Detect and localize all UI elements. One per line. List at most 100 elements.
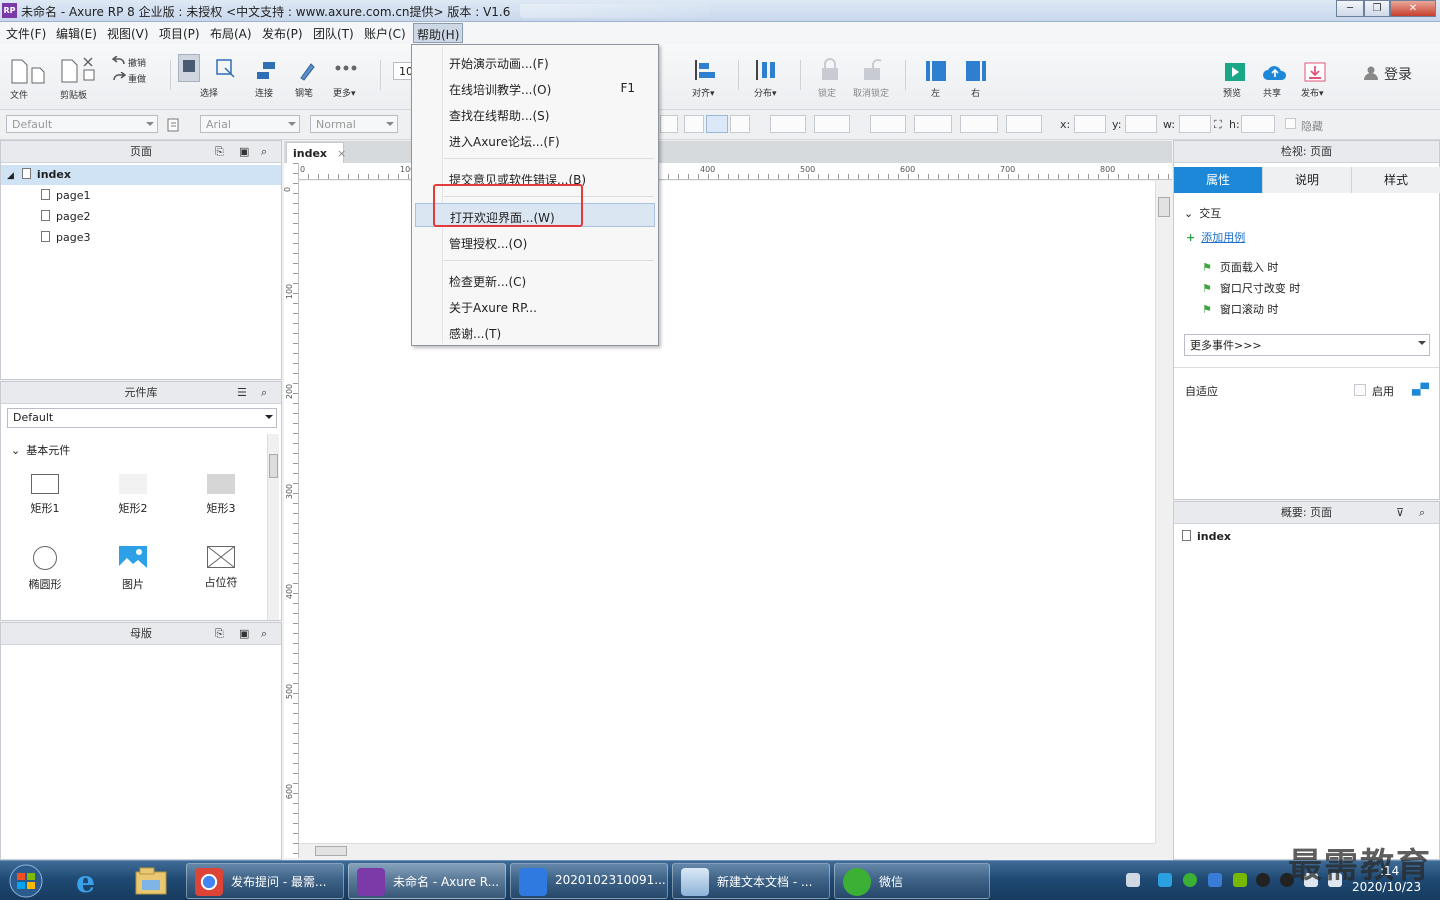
interactions-section[interactable]: ⌄ 交互 xyxy=(1184,205,1221,221)
menu-team[interactable]: 团队(T) xyxy=(313,25,354,42)
canvas-vscrollbar[interactable] xyxy=(1155,181,1172,843)
align-left-icon[interactable] xyxy=(925,60,947,82)
menu-help[interactable]: 帮助(H) xyxy=(413,23,464,43)
user-icon[interactable] xyxy=(1364,66,1378,80)
connect-icon[interactable] xyxy=(255,60,277,82)
align-top-text-button[interactable] xyxy=(684,115,704,133)
filter-icon[interactable]: ⊽ xyxy=(1396,502,1404,524)
w-field[interactable] xyxy=(1179,115,1211,133)
taskbar-item-axure[interactable]: 未命名 - Axure R... xyxy=(348,863,506,899)
qq-tray-icon[interactable] xyxy=(1256,873,1270,887)
widget-placeholder[interactable]: 占位符 xyxy=(199,546,243,590)
preview-icon[interactable] xyxy=(1224,62,1246,82)
page-tree-root[interactable]: ◢ index xyxy=(1,165,281,185)
taskbar-item-notepad[interactable]: 新建文本文档 - ... xyxy=(672,863,830,899)
undo-label[interactable]: 撤销 xyxy=(128,56,146,69)
add-master-icon[interactable]: ⎘ xyxy=(215,623,224,645)
tab-index[interactable]: index × xyxy=(286,142,346,164)
x-field[interactable] xyxy=(1074,115,1106,133)
menu-item-forum[interactable]: 进入Axure论坛...(F) xyxy=(415,128,655,152)
align-middle-text-button[interactable] xyxy=(706,115,728,133)
category-header[interactable]: ⌄ 基本元件 xyxy=(11,442,70,458)
library-scrollbar[interactable] xyxy=(267,434,279,620)
page-item[interactable]: page2 xyxy=(41,210,90,223)
redo-label[interactable]: 重做 xyxy=(128,72,146,85)
menu-item-thanks[interactable]: 感谢...(T) xyxy=(415,320,655,344)
tab-properties[interactable]: 属性 xyxy=(1174,167,1263,193)
font-select[interactable]: Arial xyxy=(200,115,300,133)
publish-label[interactable]: 发布▾ xyxy=(1301,86,1324,99)
align-label[interactable]: 对齐▾ xyxy=(692,86,715,99)
search-icon[interactable]: ⌕ xyxy=(261,141,267,163)
start-button[interactable] xyxy=(6,863,46,899)
undo-icon[interactable] xyxy=(112,56,126,66)
canvas-hscrollbar[interactable] xyxy=(299,843,1155,858)
library-select[interactable]: Default xyxy=(7,408,277,428)
select-tool-icon[interactable] xyxy=(178,54,200,82)
lock-label[interactable]: 锁定 xyxy=(818,86,836,99)
clock-date[interactable]: 2020/10/23 xyxy=(1352,880,1421,894)
login-link[interactable]: 登录 xyxy=(1384,64,1412,84)
more-label[interactable]: 更多▾ xyxy=(333,86,356,99)
add-folder-icon[interactable]: ▣ xyxy=(239,141,249,163)
maximize-button[interactable]: ❐ xyxy=(1364,0,1390,17)
h-field[interactable] xyxy=(1241,115,1275,133)
menu-layout[interactable]: 布局(A) xyxy=(210,25,252,42)
more-events-select[interactable]: 更多事件>>> xyxy=(1184,334,1430,356)
menu-account[interactable]: 账户(C) xyxy=(364,25,406,42)
event-item[interactable]: ⚑ 窗口尺寸改变 时 xyxy=(1202,280,1300,296)
widget-rect1[interactable]: 矩形1 xyxy=(23,474,67,516)
shadow-button[interactable] xyxy=(814,115,850,133)
constrain-icon[interactable]: ⛶ xyxy=(1214,118,1222,132)
menu-item-online-help[interactable]: 查找在线帮助...(S) xyxy=(415,102,655,126)
minimize-button[interactable]: ─ xyxy=(1336,0,1364,17)
page-item[interactable]: page1 xyxy=(41,189,90,202)
tab-style[interactable]: 样式 xyxy=(1352,167,1440,193)
lock-icon[interactable] xyxy=(819,58,841,82)
widget-ellipse[interactable]: 椭圆形 xyxy=(23,546,67,592)
enable-checkbox[interactable] xyxy=(1354,384,1366,396)
arrow-style-button[interactable] xyxy=(1006,115,1042,133)
menu-item-training[interactable]: 在线培训教学...(O) F1 xyxy=(415,76,655,100)
style-editor-icon[interactable] xyxy=(167,118,181,132)
close-button[interactable]: ✕ xyxy=(1390,0,1436,17)
security-tray-icon[interactable] xyxy=(1208,873,1222,887)
menu-edit[interactable]: 编辑(E) xyxy=(56,25,97,42)
align-icon[interactable] xyxy=(693,58,717,82)
unlock-label[interactable]: 取消锁定 xyxy=(853,86,889,99)
widget-image[interactable]: 图片 xyxy=(111,546,155,592)
menu-item-about[interactable]: 关于Axure RP... xyxy=(415,294,655,318)
add-page-icon[interactable]: ⎘ xyxy=(215,141,224,163)
explorer-icon[interactable] xyxy=(134,866,168,896)
widget-rect3[interactable]: 矩形3 xyxy=(199,474,243,516)
menu-project[interactable]: 项目(P) xyxy=(159,25,200,42)
widget-rect2[interactable]: 矩形2 xyxy=(111,474,155,516)
menu-view[interactable]: 视图(V) xyxy=(107,25,149,42)
border-color-button[interactable] xyxy=(870,115,906,133)
search-icon[interactable]: ⌕ xyxy=(1419,502,1425,524)
ie-icon[interactable]: e xyxy=(72,865,106,897)
taskbar-item-chrome[interactable]: 发布提问 - 最需... xyxy=(186,863,344,899)
menu-icon[interactable]: ☰ xyxy=(237,382,247,404)
add-case-link[interactable]: + 添加用例 xyxy=(1186,229,1245,245)
menu-item-license[interactable]: 管理授权...(O) xyxy=(415,230,655,254)
page-item[interactable]: page3 xyxy=(41,231,90,244)
publish-icon[interactable] xyxy=(1304,62,1326,82)
menu-item-updates[interactable]: 检查更新...(C) xyxy=(415,268,655,292)
taskbar-item-wechat[interactable]: 微信 xyxy=(834,863,990,899)
adaptive-settings-icon[interactable]: ▄▀ xyxy=(1412,383,1429,396)
collapse-icon[interactable]: ◢ xyxy=(7,171,14,181)
unlock-icon[interactable] xyxy=(861,58,883,82)
keyboard-tray-icon[interactable] xyxy=(1126,873,1140,887)
pen-icon[interactable] xyxy=(297,60,317,82)
menu-item-demo[interactable]: 开始演示动画...(F) xyxy=(415,50,655,74)
tab-notes[interactable]: 说明 xyxy=(1263,167,1352,193)
tab-close-icon[interactable]: × xyxy=(337,147,346,160)
hide-checkbox[interactable] xyxy=(1285,118,1296,129)
style-select[interactable]: Default xyxy=(6,115,158,133)
menu-publish[interactable]: 发布(P) xyxy=(262,25,303,42)
player-tray-icon[interactable] xyxy=(1158,873,1172,887)
border-style-button[interactable] xyxy=(960,115,998,133)
redo-icon[interactable] xyxy=(112,72,126,82)
wechat-tray-icon[interactable] xyxy=(1183,873,1197,887)
